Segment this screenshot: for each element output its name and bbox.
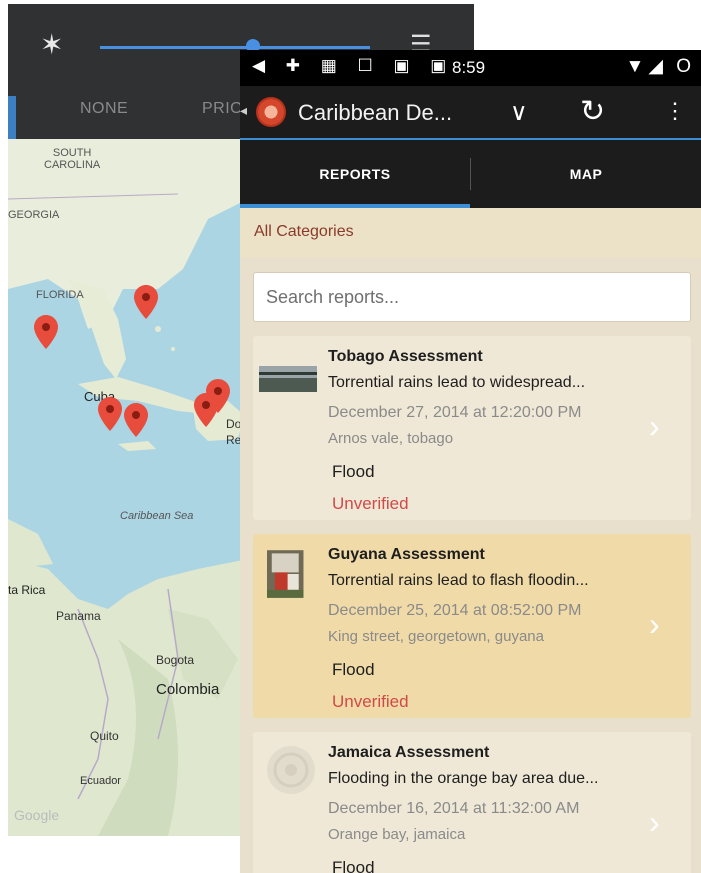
report-status: Unverified bbox=[332, 494, 409, 513]
google-attribution: Google bbox=[14, 807, 60, 823]
chevron-right-icon: › bbox=[649, 606, 660, 642]
report-category: Flood bbox=[332, 660, 375, 679]
report-thumbnail bbox=[259, 350, 317, 410]
map-marker[interactable] bbox=[124, 403, 148, 437]
map-label-bogota: Bogota bbox=[156, 653, 195, 667]
search-input[interactable] bbox=[253, 272, 691, 322]
map-label-costa-rica: ta Rica bbox=[8, 583, 46, 597]
chevron-right-icon: › bbox=[649, 804, 660, 840]
map-marker[interactable] bbox=[34, 315, 58, 349]
report-title: Tobago Assessment bbox=[328, 348, 483, 365]
report-thumbnail bbox=[267, 746, 315, 794]
map-label-florida: FLORIDA bbox=[36, 289, 84, 301]
map-label-south-carolina: SOUTH CAROLINA bbox=[44, 147, 101, 171]
status-bar: ◀ ✚ ▦ ☐ ▣ ▣ 8:59 ▼◢ O bbox=[240, 50, 701, 86]
category-filter-bar[interactable]: All Categories bbox=[240, 208, 701, 258]
report-date: December 27, 2014 at 12:20:00 PM bbox=[328, 404, 582, 421]
report-category: Flood bbox=[332, 462, 375, 481]
tab-reports[interactable]: REPORTS bbox=[240, 140, 470, 208]
logo-icon[interactable] bbox=[256, 97, 286, 127]
map-marker[interactable] bbox=[134, 285, 158, 319]
mode-priority-button[interactable]: PRIO bbox=[202, 100, 243, 118]
report-card[interactable]: Tobago Assessment Torrential rains lead … bbox=[253, 336, 691, 520]
mode-none-button[interactable]: NONE bbox=[80, 100, 128, 118]
map-label-caribbean-sea: Caribbean Sea bbox=[120, 510, 194, 522]
report-date: December 16, 2014 at 11:32:00 AM bbox=[328, 800, 580, 817]
sync-icon[interactable]: ↻ bbox=[580, 94, 605, 129]
accent-bar bbox=[8, 96, 16, 139]
notification-icons: ◀ ✚ ▦ ☐ ▣ ▣ bbox=[252, 56, 455, 75]
report-description: Flooding in the orange bay area due... bbox=[328, 770, 599, 787]
report-status: Unverified bbox=[332, 692, 409, 711]
report-thumbnail bbox=[267, 550, 304, 598]
report-location: Arnos vale, tobago bbox=[328, 430, 454, 447]
signal-battery-icons: ▼◢ O bbox=[625, 56, 695, 77]
volume-slider[interactable] bbox=[100, 46, 370, 49]
chevron-right-icon: › bbox=[649, 408, 660, 444]
report-title: Jamaica Assessment bbox=[328, 744, 490, 761]
report-location: Orange bay, jamaica bbox=[328, 826, 466, 843]
interruptions-icon[interactable]: ✶ bbox=[40, 28, 63, 61]
report-description: Torrential rains lead to flash floodin..… bbox=[328, 572, 589, 589]
category-filter-label[interactable]: All Categories bbox=[254, 223, 354, 241]
back-caret-icon[interactable]: ◂ bbox=[240, 102, 247, 119]
app-title[interactable]: Caribbean De... bbox=[298, 100, 452, 126]
map-label-panama: Panama bbox=[56, 609, 101, 623]
status-time: 8:59 bbox=[452, 58, 486, 77]
map-label-ecuador: Ecuador bbox=[80, 775, 121, 787]
tab-bar: REPORTS MAP bbox=[240, 140, 701, 208]
map-marker[interactable] bbox=[98, 397, 122, 431]
report-card[interactable]: Guyana Assessment Torrential rains lead … bbox=[253, 534, 691, 718]
report-description: Torrential rains lead to widespread... bbox=[328, 374, 586, 391]
report-card[interactable]: Jamaica Assessment Flooding in the orang… bbox=[253, 732, 691, 873]
report-date: December 25, 2014 at 08:52:00 PM bbox=[328, 602, 582, 619]
map-label-colombia: Colombia bbox=[156, 681, 220, 698]
report-category: Flood bbox=[332, 858, 375, 873]
map-label-georgia: GEORGIA bbox=[8, 209, 60, 221]
tab-map[interactable]: MAP bbox=[471, 140, 701, 208]
chevron-down-icon[interactable]: ∨ bbox=[510, 98, 528, 127]
map-marker[interactable] bbox=[194, 393, 218, 427]
report-title: Guyana Assessment bbox=[328, 546, 485, 563]
report-location: King street, georgetown, guyana bbox=[328, 628, 544, 645]
reports-screen: ◀ ✚ ▦ ☐ ▣ ▣ 8:59 ▼◢ O ◂ Caribbean De... … bbox=[240, 50, 701, 873]
more-vert-icon[interactable]: ⋮ bbox=[664, 98, 686, 124]
map-label-quito: Quito bbox=[90, 729, 119, 743]
action-bar: ◂ Caribbean De... ∨ ↻ ⋮ bbox=[240, 86, 701, 140]
